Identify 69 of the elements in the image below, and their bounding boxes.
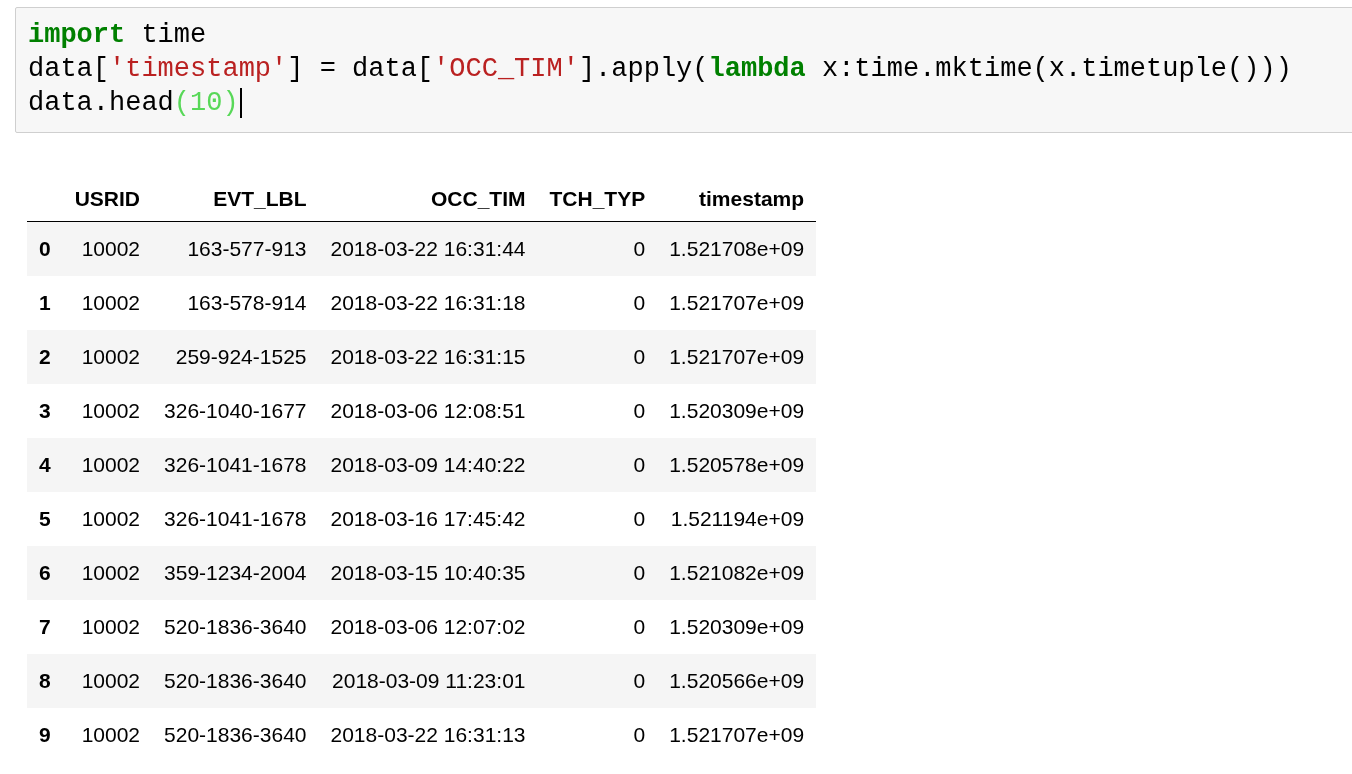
table-cell: 0: [537, 330, 658, 384]
table-cell: 2018-03-09 11:23:01: [318, 654, 538, 708]
table-cell: 10002: [62, 600, 153, 654]
table-cell: 1.520309e+09: [657, 384, 817, 438]
table-cell: 0: [537, 546, 658, 600]
table-cell: 0: [537, 654, 658, 708]
table-cell: 259-924-1525: [152, 330, 319, 384]
table-cell: 10002: [62, 330, 153, 384]
table-cell: 10002: [62, 546, 153, 600]
table-cell: 2018-03-22 16:31:44: [318, 221, 538, 276]
table-cell: 359-1234-2004: [152, 546, 319, 600]
column-header: TCH_TYP: [537, 177, 658, 222]
column-header: EVT_LBL: [152, 177, 319, 222]
table-cell: 1.520309e+09: [657, 600, 817, 654]
column-header: OCC_TIM: [318, 177, 538, 222]
row-index: 1: [27, 276, 63, 330]
table-cell: 0: [537, 384, 658, 438]
table-cell: 2018-03-06 12:07:02: [318, 600, 538, 654]
row-index: 4: [27, 438, 63, 492]
row-index: 8: [27, 654, 63, 708]
table-cell: 1.521707e+09: [657, 276, 817, 330]
table-cell: 2018-03-06 12:08:51: [318, 384, 538, 438]
table-cell: 10002: [62, 708, 153, 762]
table-cell: 1.521707e+09: [657, 330, 817, 384]
table-cell: 1.521707e+09: [657, 708, 817, 762]
table-cell: 2018-03-16 17:45:42: [318, 492, 538, 546]
table-cell: 10002: [62, 492, 153, 546]
table-cell: 0: [537, 492, 658, 546]
table-cell: 520-1836-3640: [152, 654, 319, 708]
table-cell: 0: [537, 708, 658, 762]
table-cell: 2018-03-22 16:31:13: [318, 708, 538, 762]
row-index: 9: [27, 708, 63, 762]
table-cell: 326-1041-1678: [152, 492, 319, 546]
table-cell: 0: [537, 276, 658, 330]
row-index: 3: [27, 384, 63, 438]
row-index: 6: [27, 546, 63, 600]
row-index: 2: [27, 330, 63, 384]
table-cell: 10002: [62, 276, 153, 330]
code-line: data.head(10): [28, 87, 239, 120]
table-cell: 520-1836-3640: [152, 600, 319, 654]
code-line: data['timestamp'] = data['OCC_TIM'].apply(lambda x:time.mktime(x.timetuple())): [28, 53, 1292, 86]
table-cell: 1.521708e+09: [657, 221, 817, 276]
table-cell: 1.520578e+09: [657, 438, 817, 492]
table-cell: 10002: [62, 384, 153, 438]
table-cell: 1.521082e+09: [657, 546, 817, 600]
row-index: 7: [27, 600, 63, 654]
table-cell: 10002: [62, 221, 153, 276]
column-header: USRID: [62, 177, 153, 222]
table-cell: 520-1836-3640: [152, 708, 319, 762]
code-line: import time: [28, 19, 207, 52]
code-cell[interactable]: import time data['timestamp'] = data['OCC_TIM'].apply(lambda x:time.mktime(x.timetuple())) data.head(10): [15, 7, 1352, 133]
table-cell: 0: [537, 600, 658, 654]
table-cell: 10002: [62, 654, 153, 708]
table-cell: 0: [537, 438, 658, 492]
table-cell: 163-578-914: [152, 276, 319, 330]
row-index: 5: [27, 492, 63, 546]
table-cell: 2018-03-15 10:40:35: [318, 546, 538, 600]
table-cell: 1.521194e+09: [657, 492, 817, 546]
table-cell: 10002: [62, 438, 153, 492]
column-header: timestamp: [657, 177, 817, 222]
table-cell: 163-577-913: [152, 221, 319, 276]
row-index: 0: [27, 221, 63, 276]
table-cell: 1.520566e+09: [657, 654, 817, 708]
table-cell: 2018-03-09 14:40:22: [318, 438, 538, 492]
table-cell: 2018-03-22 16:31:15: [318, 330, 538, 384]
table-cell: 0: [537, 221, 658, 276]
table-cell: 326-1041-1678: [152, 438, 319, 492]
table-cell: 2018-03-22 16:31:18: [318, 276, 538, 330]
table-cell: 326-1040-1677: [152, 384, 319, 438]
